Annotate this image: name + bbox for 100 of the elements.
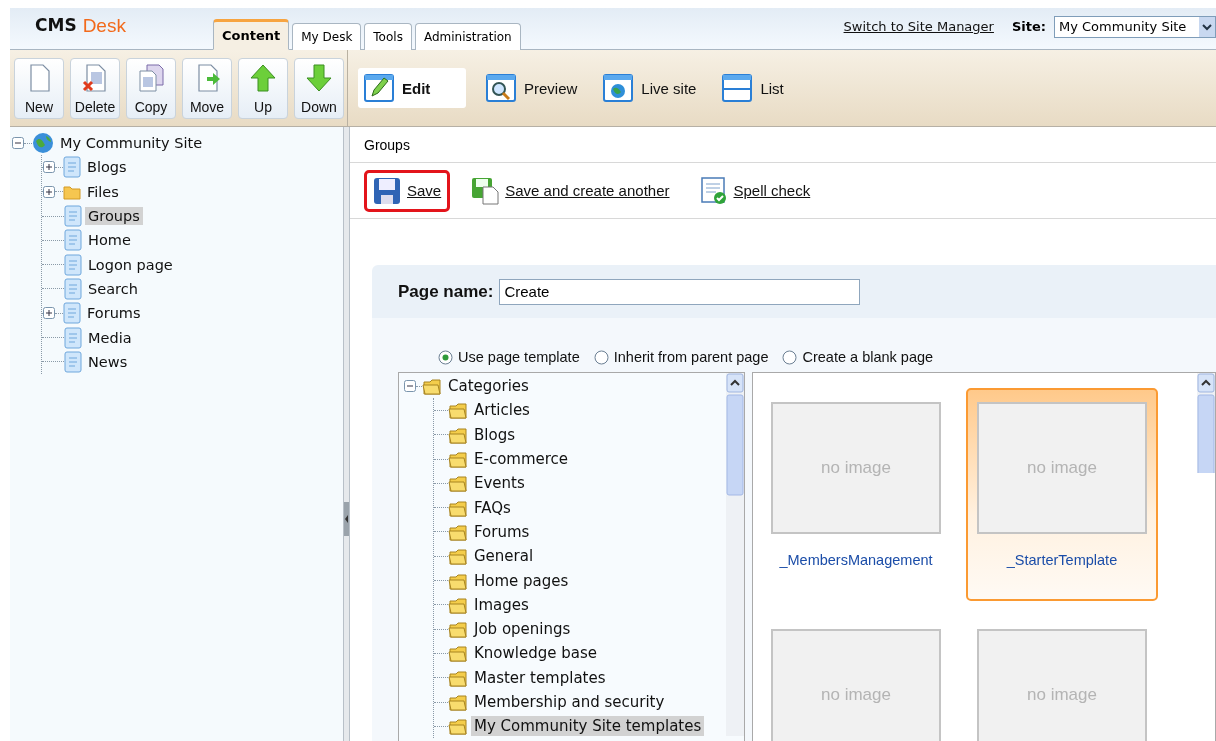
radio-option[interactable]: Inherit from parent page	[593, 349, 769, 365]
pencil-icon	[364, 74, 394, 102]
tree-item[interactable]: Media	[85, 328, 135, 347]
action-link[interactable]: Save	[364, 169, 451, 212]
action-link[interactable]: Spell check	[690, 169, 820, 212]
scrollbar[interactable]	[726, 373, 744, 736]
toolbar-button[interactable]: Move	[182, 58, 232, 119]
window-icon	[722, 74, 753, 102]
floppy-document-icon	[471, 176, 500, 205]
page-icon	[64, 277, 82, 300]
tree-item[interactable]: Logon page	[85, 255, 176, 274]
document-delete-icon	[81, 63, 109, 93]
tab[interactable]: My Desk	[292, 23, 362, 50]
folder-icon	[448, 668, 468, 687]
view-button[interactable]: Edit	[358, 68, 466, 108]
template-card[interactable]: no image _MembersManagement	[760, 388, 952, 601]
radio-option[interactable]: Create a blank page	[782, 349, 934, 365]
collapse-icon[interactable]	[404, 380, 416, 393]
toolbar-button[interactable]: Up	[238, 58, 288, 119]
folder-icon	[448, 498, 468, 517]
splitter-handle[interactable]	[344, 502, 349, 536]
tree-item[interactable]: Blogs	[84, 158, 130, 177]
tree-item[interactable]: Groups	[85, 207, 143, 226]
image-placeholder: no image	[771, 402, 941, 534]
category-item[interactable]: Membership and security	[471, 692, 668, 712]
category-item[interactable]: Categories	[445, 376, 532, 397]
category-item[interactable]: FAQs	[471, 497, 514, 518]
template-name: _StarterTemplate	[1006, 552, 1118, 568]
folder-icon	[448, 547, 468, 566]
tree-item[interactable]: Forums	[84, 304, 144, 323]
folder-icon	[448, 620, 468, 639]
page-icon	[63, 156, 81, 179]
action-link[interactable]: Save and create another	[462, 169, 679, 212]
breadcrumb: Groups	[364, 136, 410, 153]
tree-item[interactable]: Files	[84, 182, 122, 201]
expand-icon[interactable]	[43, 307, 55, 320]
view-button[interactable]: List	[716, 68, 790, 108]
category-item[interactable]: Knowledge base	[471, 643, 600, 664]
globe-icon	[603, 74, 634, 102]
radio-option[interactable]: Use page template	[438, 349, 580, 365]
folder-icon	[448, 644, 468, 663]
radio-icon[interactable]	[782, 349, 798, 365]
arrow-up-icon	[249, 63, 277, 93]
page-icon	[64, 253, 82, 276]
tree-item[interactable]: My Community Site	[57, 134, 206, 153]
view-button[interactable]: Preview	[480, 68, 584, 108]
view-button[interactable]: Live site	[597, 68, 703, 108]
expand-icon[interactable]	[43, 185, 55, 198]
toolbar-button[interactable]: Delete	[70, 58, 120, 119]
folder-icon	[448, 717, 468, 736]
document-check-icon	[699, 176, 728, 205]
image-placeholder: no image	[771, 629, 941, 741]
category-item[interactable]: Images	[471, 594, 532, 615]
folder-icon	[448, 425, 468, 444]
magnifier-icon	[486, 74, 516, 102]
page-icon	[64, 205, 82, 228]
category-item[interactable]: Forums	[471, 521, 533, 542]
tree-item[interactable]: News	[85, 352, 131, 371]
site-select[interactable]: My Community Site	[1054, 15, 1216, 38]
tab[interactable]: Administration	[414, 23, 521, 50]
dropdown-icon	[1199, 16, 1215, 37]
scrollbar[interactable]	[1197, 373, 1215, 473]
page-icon	[63, 302, 81, 325]
category-item[interactable]: Articles	[471, 400, 533, 421]
category-item[interactable]: Blogs	[471, 424, 518, 445]
expand-icon[interactable]	[43, 161, 55, 174]
category-item[interactable]: General	[471, 546, 537, 567]
template-name: _MembersManagement	[779, 552, 933, 568]
folder-icon	[448, 450, 468, 469]
category-item[interactable]: Events	[471, 473, 528, 494]
toolbar-button[interactable]: New	[14, 58, 64, 119]
category-item[interactable]: Master templates	[471, 667, 609, 688]
tab[interactable]: Tools	[364, 23, 412, 50]
image-placeholder: no image	[977, 402, 1147, 534]
category-item[interactable]: My Community Site templates	[471, 716, 705, 737]
switch-link[interactable]: Switch to Site Manager	[843, 19, 994, 34]
category-item[interactable]: E-commerce	[471, 449, 572, 470]
page-name-label: Page name:	[398, 281, 494, 302]
folder-icon	[448, 474, 468, 493]
arrow-down-icon	[305, 63, 333, 93]
template-card[interactable]: no image _StarterTemplate	[966, 388, 1158, 601]
collapse-icon[interactable]	[12, 137, 24, 150]
site-label: Site:	[1011, 19, 1046, 34]
tree-item[interactable]: Search	[85, 279, 141, 298]
folder-icon	[448, 401, 468, 420]
tab[interactable]: Content	[213, 19, 290, 50]
category-item[interactable]: Home pages	[471, 570, 572, 591]
page-icon	[64, 350, 82, 373]
logo: CMS Desk	[34, 14, 127, 37]
tree-item[interactable]: Home	[85, 231, 134, 250]
category-item[interactable]: Job openings	[471, 619, 574, 640]
radio-icon[interactable]	[438, 349, 453, 365]
copy-icon	[137, 63, 165, 93]
folder-icon	[448, 522, 468, 541]
radio-icon[interactable]	[593, 349, 609, 365]
toolbar-button[interactable]: Down	[294, 58, 344, 119]
toolbar-button[interactable]: Copy	[126, 58, 176, 119]
page-name-input[interactable]: Create	[499, 278, 861, 305]
folder-icon	[448, 571, 468, 590]
image-placeholder: no image	[977, 629, 1147, 741]
